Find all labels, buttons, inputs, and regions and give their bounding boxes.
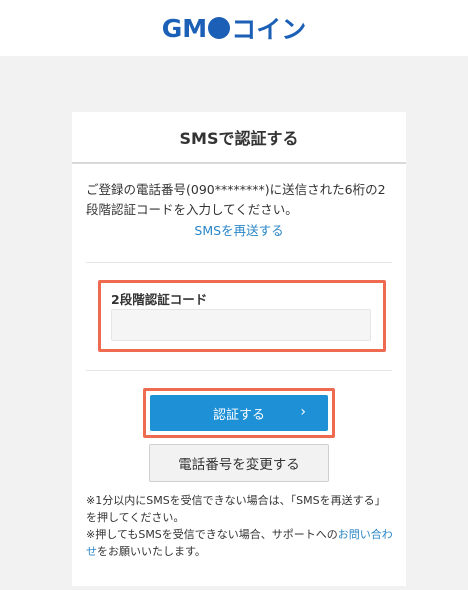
code-field-label: 2段階認証コード [111,292,208,307]
note-resend: ※1分以内にSMSを受信できない場合は、「SMSを再送する」を押してください。 [86,494,386,524]
divider [86,370,392,371]
authenticate-button-label: 認証する [212,407,265,423]
chevron-right-icon: › [300,404,306,420]
sms-auth-card: SMSで認証する ご登録の電話番号(090********)に送信された6桁の2… [72,112,406,586]
code-field-highlight: 2段階認証コード [98,280,386,352]
auth-code-input[interactable] [111,309,371,341]
notes: ※1分以内にSMSを受信できない場合は、「SMSを再送する」を押してください。 … [86,492,396,560]
authenticate-button[interactable]: 認証する › [150,395,328,431]
resend-sms-link[interactable]: SMSを再送する [72,220,406,239]
card-title: SMSで認証する [72,112,406,164]
note-support-text-end: をお願いいたします。 [97,545,206,558]
site-header: GM コイン [0,0,468,56]
note-support-text: ※押してもSMSを受信できない場合、サポートへの [86,528,338,541]
gmo-coin-logo[interactable]: GM コイン [162,10,306,46]
change-phone-button[interactable]: 電話番号を変更する [149,444,329,482]
logo-text-gm: GM [161,13,208,43]
divider [86,262,392,263]
logo-o-circle [208,17,231,39]
note-support: ※押してもSMSを受信できない場合、サポートへのお問い合わせをお願いいたします。 [86,526,396,560]
logo-text-coin: コイン [231,15,307,44]
submit-highlight: 認証する › [143,388,335,438]
description-text: ご登録の電話番号(090********)に送信された6桁の2段階認証コードを入… [86,182,386,217]
